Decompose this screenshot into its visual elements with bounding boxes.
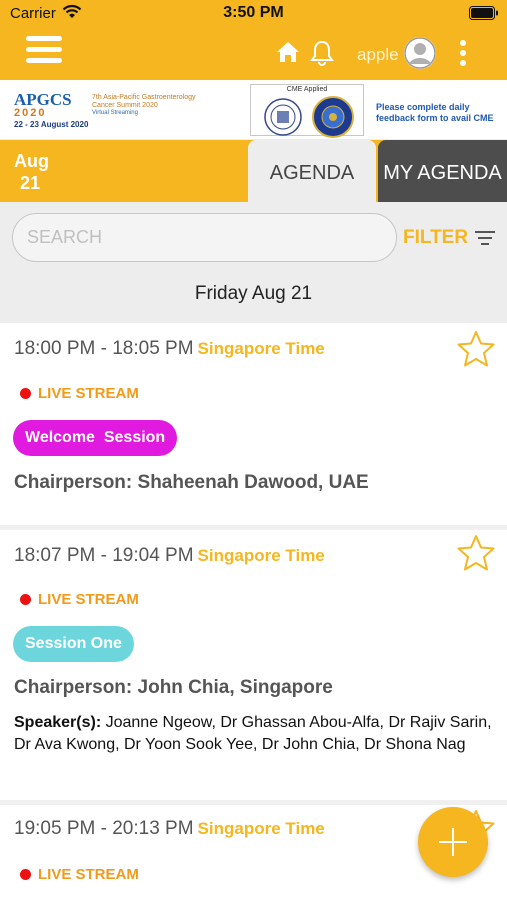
session-timezone: Singapore Time: [197, 339, 325, 358]
date-day: 21: [20, 173, 41, 193]
cme-label: CME Applied: [286, 86, 328, 93]
live-indicator-icon: [20, 388, 31, 399]
accreditation-seal-icon: [312, 96, 354, 138]
date-month: Aug: [14, 151, 49, 171]
date-selector[interactable]: Aug 21: [14, 150, 49, 194]
app-bar: apple: [0, 28, 507, 80]
session-speakers: Speaker(s): Joanne Ngeow, Dr Ghassan Abo…: [14, 714, 492, 753]
status-bar: Carrier 3:50 PM: [0, 0, 507, 28]
live-indicator-icon: [20, 869, 31, 880]
conference-banner[interactable]: APGCS 2020 7th Asia-Pacific Gastroentero…: [0, 80, 507, 140]
session-chairperson: Chairperson: Shaheenah Dawood, UAE: [14, 472, 369, 493]
session-type-badge: Welcome Session: [13, 420, 178, 456]
session-time: 19:05 PM - 20:13 PM Singapore Time: [14, 818, 325, 839]
cme-feedback-note: Please complete daily feedback form to a…: [376, 102, 494, 123]
search-filter-bar: FILTER: [0, 202, 507, 268]
cme-seals: CME Applied: [250, 84, 364, 138]
status-time: 3:50 PM: [223, 4, 284, 21]
session-type-badge: Session One: [13, 626, 134, 662]
tab-agenda[interactable]: AGENDA: [248, 140, 376, 202]
session-chairperson: Chairperson: John Chia, Singapore: [14, 677, 333, 698]
session-time: 18:07 PM - 19:04 PM Singapore Time: [14, 545, 325, 566]
apgcs-title: 7th Asia-Pacific Gastroenterology Cancer…: [92, 94, 196, 109]
session-time: 18:00 PM - 18:05 PM Singapore Time: [14, 338, 325, 359]
filter-button[interactable]: FILTER: [403, 227, 468, 249]
apgcs-logo: APGCS 2020: [14, 90, 72, 119]
user-name[interactable]: apple: [357, 45, 399, 65]
apgcs-dates: 22 - 23 August 2020: [14, 120, 89, 129]
avatar[interactable]: [404, 37, 436, 69]
date-tab-bar: Aug 21 AGENDA MY AGENDA: [0, 140, 507, 202]
filter-icon[interactable]: [475, 231, 495, 249]
day-header: Friday Aug 21: [0, 268, 507, 323]
session-timezone: Singapore Time: [197, 819, 325, 838]
search-input[interactable]: [12, 213, 397, 262]
apgcs-subtitle: Virtual Streaming: [92, 110, 138, 116]
favorite-star-icon[interactable]: [456, 329, 496, 369]
home-icon[interactable]: [275, 40, 301, 64]
session-card[interactable]: 18:00 PM - 18:05 PM Singapore Time LIVE S…: [0, 323, 507, 530]
menu-icon[interactable]: [26, 36, 62, 68]
live-stream-label: LIVE STREAM: [38, 591, 139, 608]
add-button[interactable]: [418, 807, 488, 877]
session-timezone: Singapore Time: [197, 546, 325, 565]
live-stream-label: LIVE STREAM: [38, 866, 139, 883]
more-options-icon[interactable]: [460, 40, 468, 68]
battery-icon: [469, 6, 498, 20]
college-seal-icon: [264, 98, 302, 136]
tab-my-agenda[interactable]: MY AGENDA: [378, 140, 507, 202]
bell-icon[interactable]: [309, 39, 335, 67]
live-indicator-icon: [20, 594, 31, 605]
favorite-star-icon[interactable]: [456, 533, 496, 573]
live-stream-label: LIVE STREAM: [38, 385, 139, 402]
session-card[interactable]: 18:07 PM - 19:04 PM Singapore Time LIVE S…: [0, 530, 507, 805]
